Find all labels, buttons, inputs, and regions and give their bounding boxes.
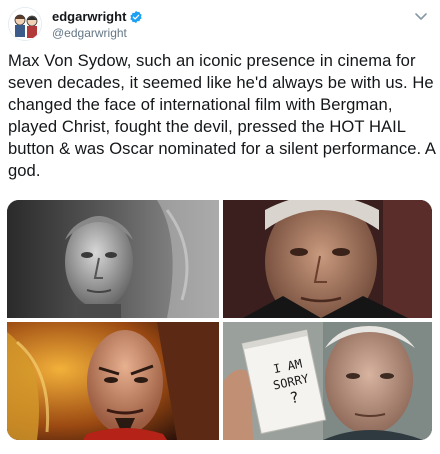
- verified-badge-icon: [129, 10, 143, 24]
- tweet-card: edgarwright @edgarwright Max Von Sydow, …: [0, 0, 440, 454]
- photo-black-and-white-portrait[interactable]: [7, 200, 219, 318]
- chevron-down-icon[interactable]: [414, 9, 428, 20]
- tweet-header: edgarwright @edgarwright: [8, 7, 388, 41]
- tweet-text: Max Von Sydow, such an iconic presence i…: [8, 51, 436, 180]
- display-name[interactable]: edgarwright: [52, 9, 126, 25]
- photo-close-up-portrait[interactable]: [223, 200, 432, 318]
- user-handle[interactable]: @edgarwright: [52, 26, 143, 41]
- cartoon-avatar-icon: [9, 8, 41, 40]
- user-names: edgarwright @edgarwright: [52, 9, 143, 41]
- photo-ming-the-merciless[interactable]: [7, 322, 219, 440]
- photo-notepad-sign[interactable]: I AM SORRY ?: [223, 322, 432, 440]
- avatar[interactable]: [8, 7, 42, 41]
- media-grid: I AM SORRY ?: [7, 200, 432, 440]
